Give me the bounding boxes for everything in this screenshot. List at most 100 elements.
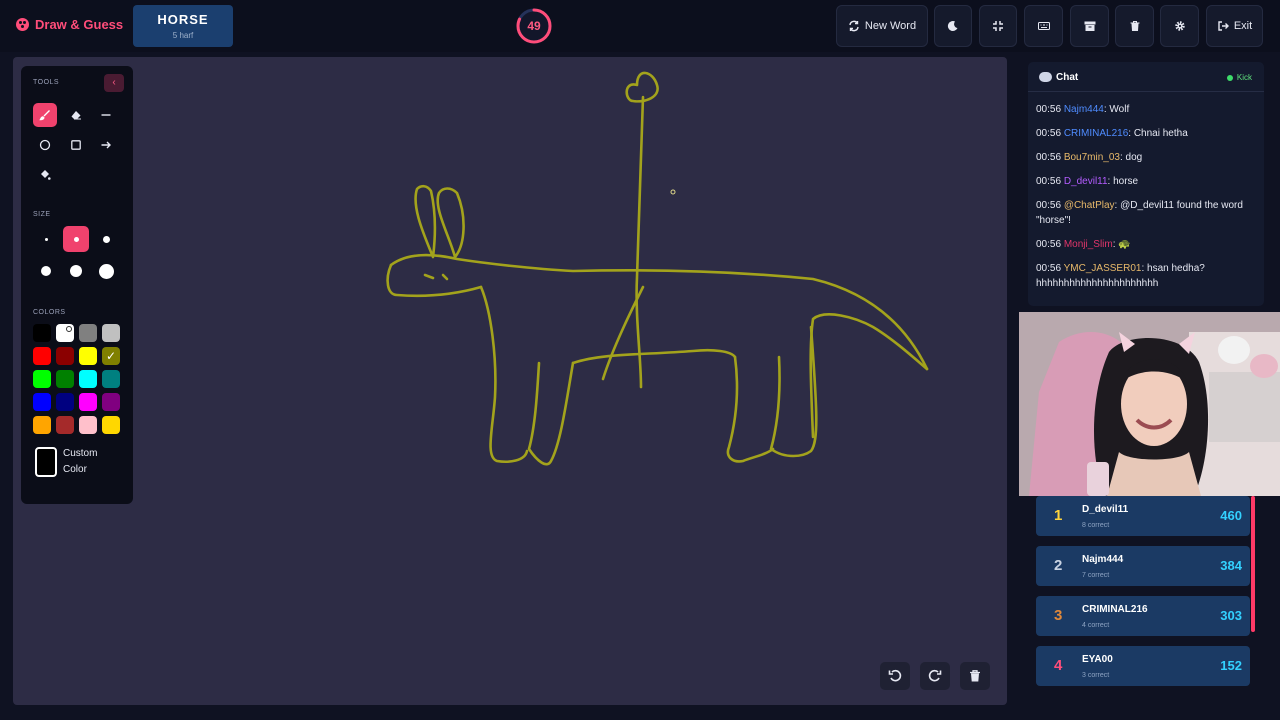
- tool-rectangle[interactable]: [64, 133, 88, 157]
- app-brand: Draw & Guess: [16, 17, 123, 32]
- brush-icon: [39, 110, 50, 121]
- tool-fill[interactable]: [33, 163, 57, 187]
- color-swatch[interactable]: [33, 416, 51, 434]
- custom-color-preview: [35, 447, 57, 477]
- stroke-pole: [635, 95, 645, 389]
- color-swatch[interactable]: [79, 324, 97, 342]
- chat-message: 00:56 Monji_Slim: 🐢: [1036, 237, 1252, 252]
- color-swatch[interactable]: [56, 416, 74, 434]
- player-points: 152: [1220, 658, 1242, 673]
- color-swatch[interactable]: [56, 347, 74, 365]
- size-xxl[interactable]: [93, 258, 119, 284]
- chat-username[interactable]: Najm444: [1064, 104, 1104, 115]
- color-swatch[interactable]: [79, 347, 97, 365]
- archive-icon: [1084, 21, 1095, 31]
- chat-username[interactable]: @ChatPlay: [1064, 200, 1115, 211]
- chat-message: 00:56 YMC_JASSER01: hsan hedha? hhhhhhhh…: [1036, 261, 1252, 291]
- status-dot-icon: [1226, 74, 1233, 81]
- exit-icon: [1218, 21, 1229, 31]
- color-swatch[interactable]: [79, 370, 97, 388]
- rank-number: 4: [1054, 657, 1063, 674]
- exit-button[interactable]: Exit: [1206, 5, 1263, 47]
- size-sm[interactable]: [63, 226, 89, 252]
- player-points: 303: [1220, 608, 1242, 623]
- undo-button[interactable]: [880, 662, 910, 690]
- size-xl[interactable]: [63, 258, 89, 284]
- color-swatch[interactable]: [33, 347, 51, 365]
- colors-label: COLORS: [33, 309, 66, 316]
- chat-text: : Chnai hetha: [1128, 128, 1188, 139]
- color-swatch[interactable]: [79, 416, 97, 434]
- custom-color-button[interactable]: Custom Color: [35, 446, 113, 478]
- redo-icon: [928, 669, 942, 682]
- chat-time: 00:56: [1036, 263, 1062, 274]
- player-name: EYA00: [1082, 654, 1113, 665]
- undo-icon: [888, 669, 902, 682]
- player-points: 384: [1220, 558, 1242, 573]
- fullscreen-exit-button[interactable]: [979, 5, 1017, 47]
- player-name: D_devil11: [1082, 504, 1129, 515]
- eraser-icon: [71, 111, 81, 120]
- chat-time: 00:56: [1036, 176, 1062, 187]
- gear-icon: [1174, 21, 1185, 31]
- custom-color-label: Custom Color: [63, 448, 98, 475]
- circle-icon: [39, 139, 51, 151]
- stroke-front-leg-2: [527, 361, 575, 466]
- color-swatch[interactable]: [102, 370, 120, 388]
- tool-arrow[interactable]: [94, 133, 118, 157]
- tool-brush[interactable]: [33, 103, 57, 127]
- collapse-panel-button[interactable]: ‹: [104, 74, 124, 92]
- clear-all-button[interactable]: [1115, 5, 1154, 47]
- color-swatch[interactable]: [102, 393, 120, 411]
- tool-eraser[interactable]: [64, 103, 88, 127]
- color-swatch[interactable]: [102, 347, 120, 365]
- new-word-button[interactable]: New Word: [836, 5, 928, 47]
- arrow-right-icon: [101, 141, 111, 149]
- theme-toggle-button[interactable]: [934, 5, 972, 47]
- color-swatch[interactable]: [102, 324, 120, 342]
- tool-line[interactable]: [94, 103, 118, 127]
- settings-button[interactable]: [1160, 5, 1199, 47]
- redo-button[interactable]: [920, 662, 950, 690]
- color-swatch[interactable]: [33, 324, 51, 342]
- player-correct-count: 7 correct: [1082, 572, 1110, 579]
- timer-value: 49: [527, 19, 541, 33]
- cursor-dot: [670, 189, 676, 195]
- chat-username[interactable]: Monji_Slim: [1064, 239, 1113, 250]
- stroke-belly: [571, 348, 737, 365]
- color-swatch[interactable]: [56, 324, 74, 342]
- player-correct-count: 3 correct: [1082, 672, 1110, 679]
- color-swatch[interactable]: [33, 393, 51, 411]
- archive-button[interactable]: [1070, 5, 1109, 47]
- keyboard-button[interactable]: [1024, 5, 1063, 47]
- chat-time: 00:56: [1036, 200, 1062, 211]
- chat-username[interactable]: CRIMINAL216: [1064, 128, 1128, 139]
- player-name: Najm444: [1082, 554, 1124, 565]
- size-xs[interactable]: [33, 226, 59, 252]
- top-bar: Draw & Guess HORSE 5 harf 49 New Word Ex…: [0, 0, 1280, 52]
- chat-text: : horse: [1107, 176, 1139, 187]
- color-swatch[interactable]: [33, 370, 51, 388]
- color-swatch[interactable]: [56, 370, 74, 388]
- size-dot: [70, 265, 82, 277]
- player-points: 460: [1220, 508, 1242, 523]
- stroke-tail-hindleg: [809, 313, 929, 439]
- size-dot: [98, 263, 114, 279]
- chat-username[interactable]: YMC_JASSER01: [1064, 263, 1142, 274]
- size-lg[interactable]: [33, 258, 59, 284]
- leaderboard-scrollbar[interactable]: [1251, 496, 1255, 632]
- color-swatch[interactable]: [56, 393, 74, 411]
- stroke-eyes: [423, 273, 449, 281]
- clear-canvas-button[interactable]: [960, 662, 990, 690]
- current-word: HORSE: [157, 12, 209, 27]
- chat-bubbles-icon: [1039, 72, 1052, 82]
- color-swatch[interactable]: [79, 393, 97, 411]
- chat-message: 00:56 Najm444: Wolf: [1036, 102, 1252, 117]
- drawing-canvas[interactable]: [13, 57, 1007, 705]
- chat-username[interactable]: D_devil11: [1064, 176, 1108, 187]
- tool-circle[interactable]: [33, 133, 57, 157]
- color-swatch[interactable]: [102, 416, 120, 434]
- chat-username[interactable]: Bou7min_03: [1064, 152, 1120, 163]
- chat-time: 00:56: [1036, 152, 1062, 163]
- size-md[interactable]: [93, 226, 119, 252]
